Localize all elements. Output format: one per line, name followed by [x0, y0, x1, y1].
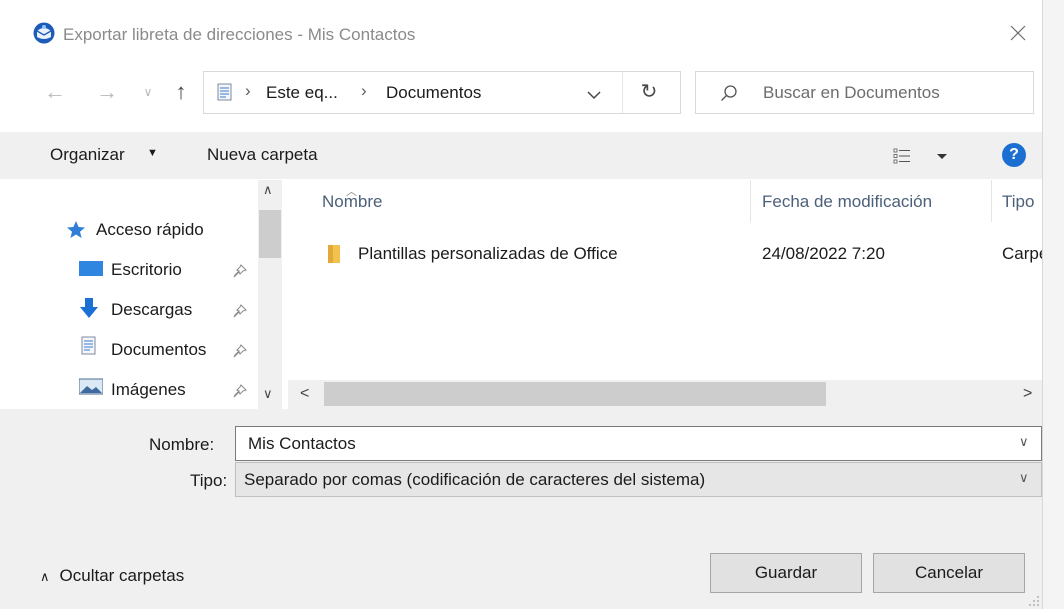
- command-bar: Organizar ▼ Nueva carpeta ?: [0, 132, 1042, 179]
- window-title: Exportar libreta de direcciones - Mis Co…: [63, 25, 416, 44]
- up-arrow-icon[interactable]: ↑: [170, 79, 192, 105]
- search-icon: [721, 85, 737, 101]
- star-icon: [67, 221, 85, 238]
- divider: [622, 72, 623, 113]
- chevron-down-icon[interactable]: [582, 84, 606, 104]
- scrollbar-thumb[interactable]: [259, 210, 281, 258]
- cancel-button[interactable]: Cancelar: [873, 553, 1025, 593]
- column-header-name[interactable]: Nombre: [322, 192, 382, 212]
- breadcrumb-separator[interactable]: ›: [245, 81, 251, 101]
- recent-locations-chevron-icon[interactable]: ∨: [140, 79, 156, 105]
- search-box[interactable]: Buscar en Documentos: [695, 71, 1034, 114]
- background-window-edge: [1042, 0, 1064, 609]
- file-type-value[interactable]: Separado por comas (codificación de cara…: [244, 470, 705, 490]
- horizontal-scrollbar[interactable]: < >: [288, 380, 1042, 409]
- document-icon: [81, 336, 96, 355]
- desktop-icon: [79, 261, 103, 276]
- file-name-field[interactable]: Mis Contactos ∨: [235, 426, 1042, 461]
- picture-icon: [79, 378, 103, 395]
- scroll-right-icon[interactable]: >: [1023, 385, 1032, 403]
- search-input[interactable]: Buscar en Documentos: [763, 83, 940, 103]
- download-icon: [80, 298, 98, 318]
- navigation-pane: Acceso rápido Escritorio Descargas Docum…: [0, 180, 282, 409]
- sidebar-item-escritorio[interactable]: Escritorio: [111, 260, 182, 280]
- sidebar-item-quick-access[interactable]: Acceso rápido: [96, 220, 204, 240]
- column-header-type[interactable]: Tipo: [1002, 192, 1034, 212]
- chevron-up-icon: ∧: [40, 569, 50, 584]
- address-bar[interactable]: › Este eq... › Documentos ↻: [203, 71, 681, 114]
- hide-folders-label: Ocultar carpetas: [59, 566, 185, 585]
- file-name[interactable]: Plantillas personalizadas de Office: [358, 244, 618, 264]
- file-type-select[interactable]: Separado por comas (codificación de cara…: [235, 462, 1042, 497]
- view-options-icon[interactable]: [892, 145, 952, 167]
- scrollbar-thumb[interactable]: [324, 382, 826, 406]
- sidebar-item-documentos[interactable]: Documentos: [111, 340, 206, 360]
- chevron-down-icon[interactable]: ∨: [1019, 434, 1029, 450]
- sidebar-item-imagenes[interactable]: Imágenes: [111, 380, 186, 400]
- back-arrow-icon[interactable]: ←: [44, 79, 66, 105]
- document-icon: [217, 83, 232, 101]
- breadcrumb-documents[interactable]: Documentos: [386, 83, 481, 103]
- new-folder-button[interactable]: Nueva carpeta: [207, 145, 318, 165]
- thunderbird-app-icon: [33, 22, 55, 44]
- close-button[interactable]: [1002, 17, 1034, 49]
- column-divider[interactable]: [991, 180, 992, 222]
- scroll-left-icon[interactable]: <: [300, 385, 309, 403]
- breadcrumb-separator[interactable]: ›: [361, 81, 367, 101]
- scroll-up-icon[interactable]: ∧: [263, 182, 273, 198]
- hide-folders-toggle[interactable]: ∧ Ocultar carpetas: [40, 566, 184, 586]
- navigation-scrollbar[interactable]: ∧ ∨: [258, 180, 282, 409]
- pin-icon[interactable]: [233, 384, 247, 398]
- file-name-label: Nombre:: [149, 435, 215, 454]
- chevron-down-icon[interactable]: ∨: [1019, 470, 1029, 486]
- pin-icon[interactable]: [233, 304, 247, 318]
- sidebar-item-descargas[interactable]: Descargas: [111, 300, 192, 320]
- title-bar: Exportar libreta de direcciones - Mis Co…: [0, 0, 1042, 64]
- caret-down-icon[interactable]: ▼: [147, 147, 158, 159]
- file-modified: 24/08/2022 7:20: [762, 244, 885, 263]
- scroll-down-icon[interactable]: ∨: [263, 386, 273, 402]
- help-icon[interactable]: ?: [1002, 143, 1026, 167]
- breadcrumb-this-pc[interactable]: Este eq...: [266, 83, 338, 103]
- save-dialog: Exportar libreta de direcciones - Mis Co…: [0, 0, 1048, 609]
- file-name-value[interactable]: Mis Contactos: [248, 434, 356, 454]
- folder-icon: [328, 245, 340, 263]
- pin-icon[interactable]: [233, 264, 247, 278]
- file-type-label: Tipo:: [190, 471, 228, 490]
- organize-button[interactable]: Organizar: [50, 145, 125, 165]
- column-divider[interactable]: [750, 180, 751, 222]
- column-header-date[interactable]: Fecha de modificación: [762, 192, 932, 212]
- save-button[interactable]: Guardar: [710, 553, 862, 593]
- resize-grip-icon[interactable]: [1026, 593, 1040, 607]
- refresh-icon[interactable]: ↻: [636, 79, 662, 105]
- forward-arrow-icon[interactable]: →: [96, 79, 118, 105]
- close-icon: [1010, 25, 1026, 41]
- pin-icon[interactable]: [233, 344, 247, 358]
